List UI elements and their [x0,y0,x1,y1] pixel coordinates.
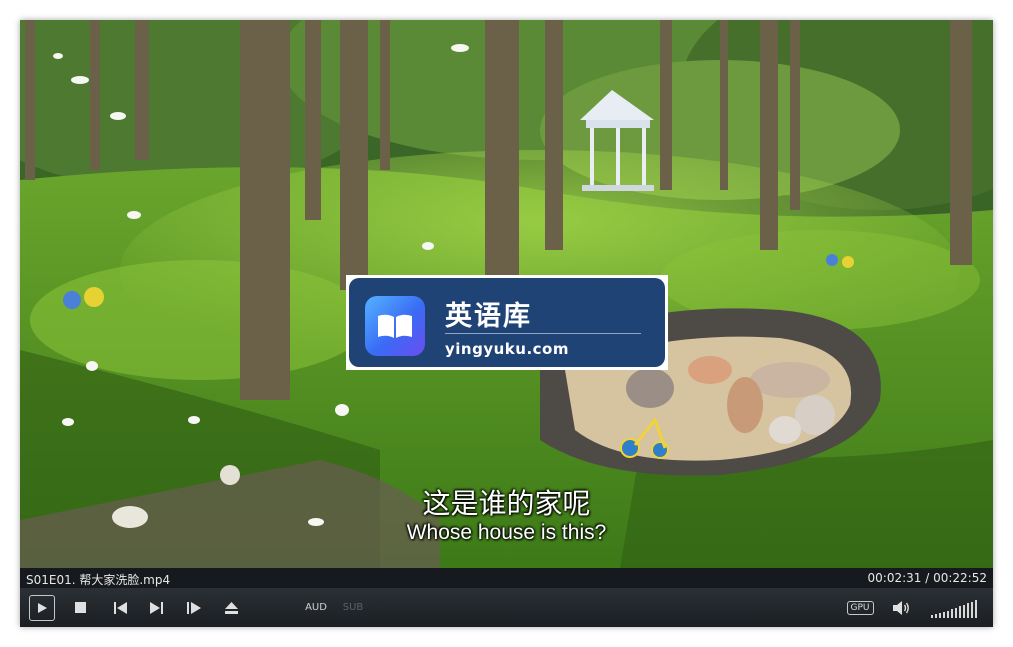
file-name: S01E01. 帮大家洗脸.mp4 [26,573,171,587]
volume-bars [931,598,977,618]
subtitle-chinese: 这是谁的家呢 [422,487,591,520]
media-player-window: 英语库 yingyuku.com 这是谁的家呢 Whose house is t… [20,20,993,627]
watermark-url: yingyuku.com [445,340,569,358]
frame-step-button[interactable] [185,588,203,627]
next-button[interactable] [147,588,165,627]
frame-step-icon [187,601,201,614]
stop-icon [74,602,86,613]
subtitle-track-button[interactable]: SUB [341,588,365,627]
previous-icon [113,601,127,614]
volume-slider[interactable] [926,588,982,627]
eject-button[interactable] [222,588,240,627]
info-bar: S01E01. 帮大家洗脸.mp4 00:02:31 / 00:22:52 [20,568,993,588]
play-button[interactable] [28,588,56,627]
play-icon [38,602,47,613]
watermark-logo [365,296,425,356]
video-frame[interactable]: 英语库 yingyuku.com 这是谁的家呢 Whose house is t… [20,20,993,568]
control-bar: AUD SUB GPU [20,588,993,627]
watermark-panel: 英语库 yingyuku.com [349,278,665,367]
stop-button[interactable] [72,588,88,627]
watermark-title: 英语库 [445,301,532,332]
audio-track-button[interactable]: AUD [304,588,328,627]
gpu-button[interactable]: GPU [844,588,876,627]
previous-button[interactable] [111,588,129,627]
watermark-divider [445,333,641,334]
gpu-label: GPU [846,600,874,615]
volume-icon [893,600,909,615]
volume-button[interactable] [891,588,913,627]
watermark-badge: 英语库 yingyuku.com [346,275,668,370]
subtitle-english: Whose house is this? [406,521,607,544]
next-icon [149,601,163,614]
play-button-frame [29,594,55,621]
eject-icon [224,601,238,614]
book-icon [378,314,412,338]
playback-time: 00:02:31 / 00:22:52 [867,571,987,585]
